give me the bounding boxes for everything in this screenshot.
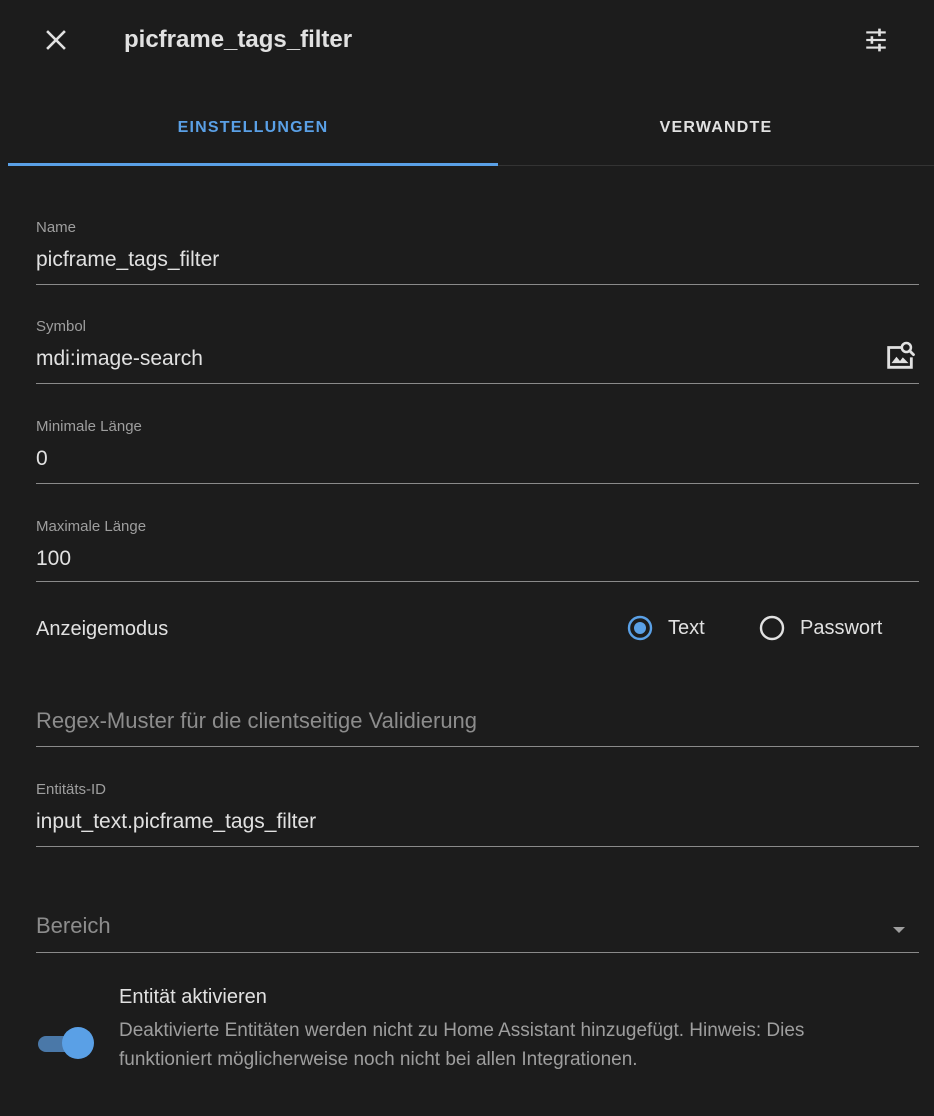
name-field[interactable]: Name picframe_tags_filter — [36, 206, 919, 285]
symbol-field[interactable]: Symbol mdi:image-search — [36, 305, 919, 384]
enable-entity-title: Entität aktivieren — [119, 986, 267, 1008]
area-select[interactable]: Bereich — [36, 900, 919, 953]
active-tab-indicator — [8, 163, 498, 166]
enable-entity-description: Deaktivierte Entitäten werden nicht zu H… — [119, 1020, 805, 1070]
regex-field[interactable]: Regex-Muster für die clientseitige Valid… — [36, 695, 919, 747]
tab-related[interactable]: VERWANDTE — [498, 90, 934, 165]
tab-settings[interactable]: EINSTELLUNGEN — [8, 90, 498, 165]
radio-selected-icon — [626, 614, 654, 642]
max-length-label: Maximale Länge — [36, 518, 147, 535]
display-mode-row: Anzeigemodus Text Passwort — [36, 608, 916, 652]
max-length-field[interactable]: Maximale Länge 100 — [36, 505, 919, 582]
close-button[interactable] — [38, 22, 74, 58]
area-placeholder: Bereich — [36, 913, 111, 938]
toggle-knob — [62, 1027, 94, 1059]
regex-placeholder: Regex-Muster für die clientseitige Valid… — [36, 708, 478, 733]
name-value: picframe_tags_filter — [36, 248, 220, 271]
advanced-settings-button[interactable] — [858, 22, 894, 58]
radio-unselected-icon — [758, 614, 786, 642]
enable-entity-toggle[interactable] — [36, 1024, 94, 1064]
radio-text[interactable]: Text — [626, 614, 705, 642]
entity-id-value: input_text.picframe_tags_filter — [36, 810, 317, 833]
max-length-value: 100 — [36, 547, 72, 570]
display-mode-label: Anzeigemodus — [36, 618, 169, 640]
enable-entity-section: Entität aktivieren Deaktivierte Entitäte… — [36, 980, 916, 1110]
dialog-header: picframe_tags_filter — [0, 0, 934, 82]
symbol-value: mdi:image-search — [36, 347, 203, 370]
image-search-icon[interactable] — [883, 339, 917, 373]
tab-bar: EINSTELLUNGEN VERWANDTE — [8, 90, 934, 166]
tune-icon — [866, 28, 886, 52]
symbol-label: Symbol — [36, 318, 87, 335]
radio-password[interactable]: Passwort — [758, 614, 882, 642]
radio-text-label: Text — [668, 616, 705, 639]
entity-id-label: Entitäts-ID — [36, 781, 107, 798]
name-label: Name — [36, 219, 77, 236]
dropdown-icon — [893, 927, 905, 933]
dialog-title: picframe_tags_filter — [124, 26, 353, 53]
radio-password-label: Passwort — [800, 616, 883, 639]
min-length-field[interactable]: Minimale Länge 0 — [36, 405, 919, 484]
min-length-label: Minimale Länge — [36, 418, 142, 435]
min-length-value: 0 — [36, 447, 48, 470]
close-icon — [46, 30, 66, 50]
entity-id-field[interactable]: Entitäts-ID input_text.picframe_tags_fil… — [36, 768, 919, 847]
